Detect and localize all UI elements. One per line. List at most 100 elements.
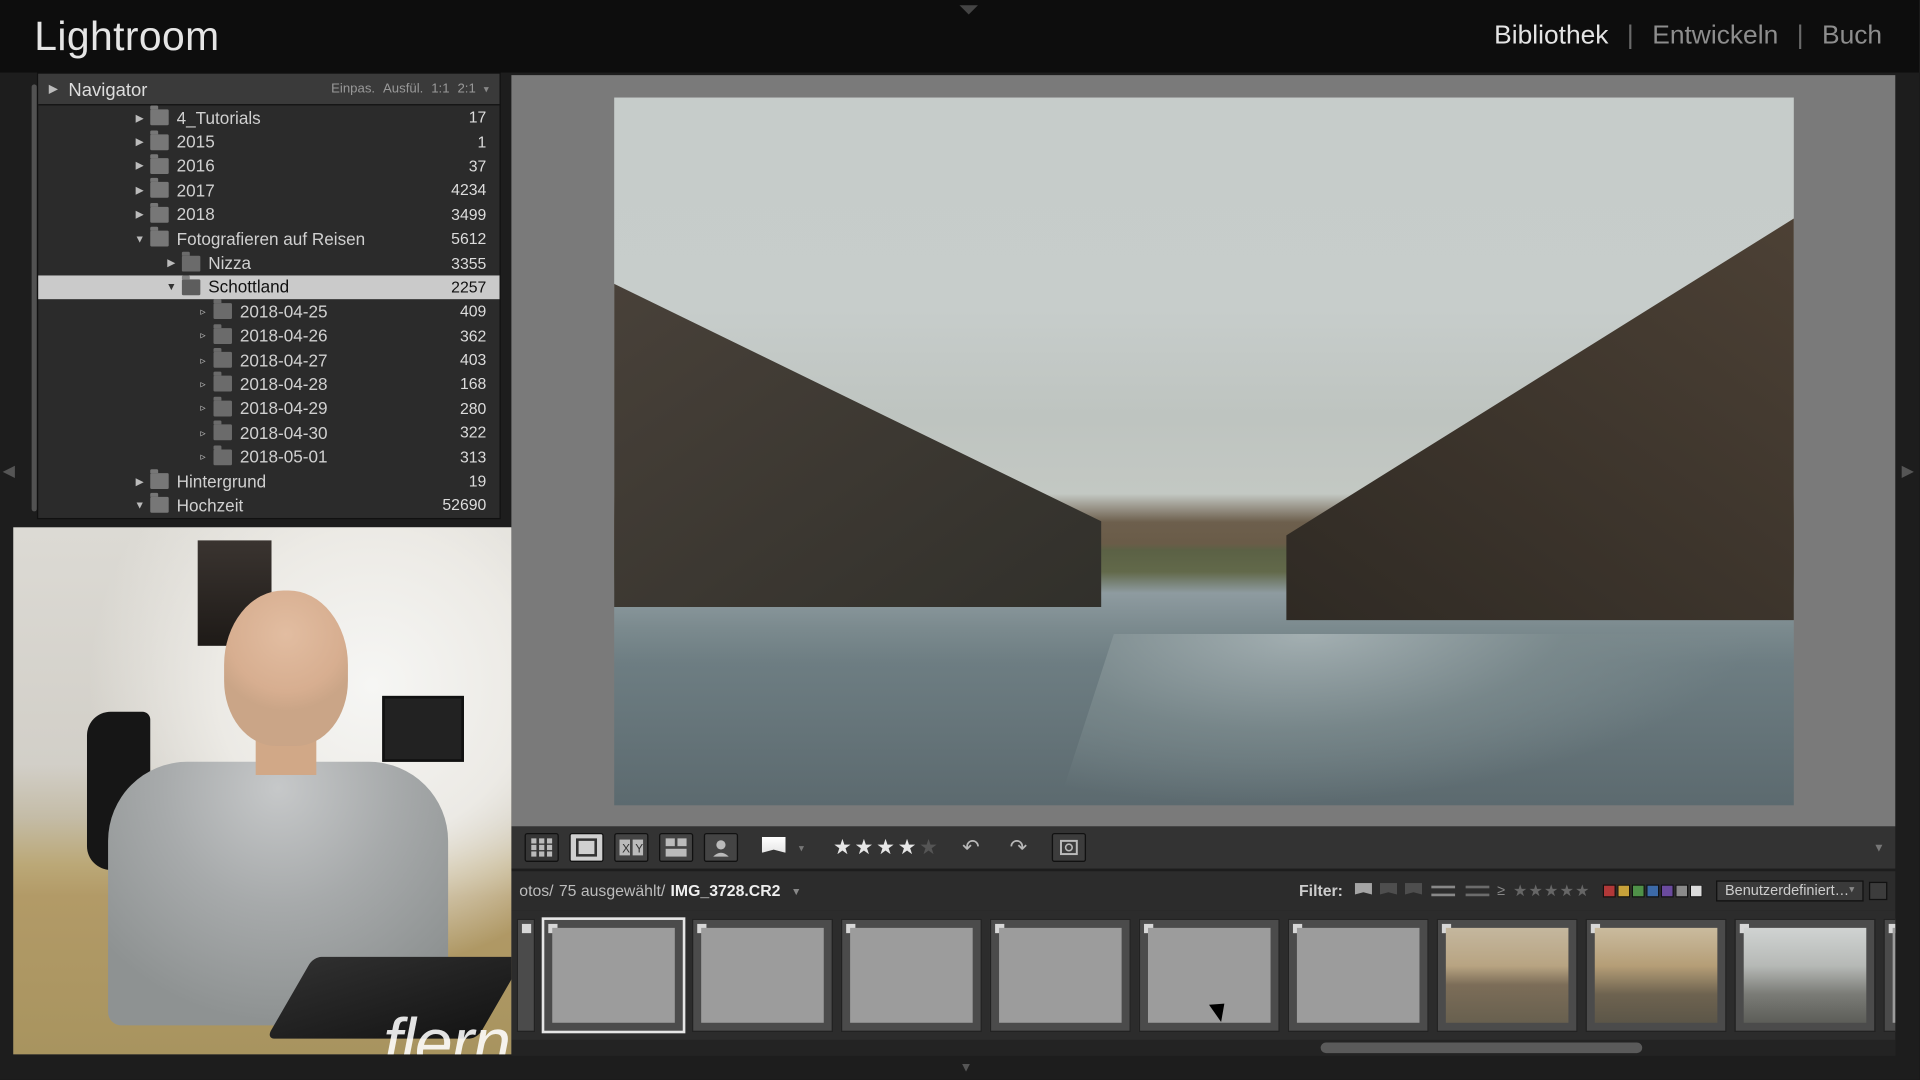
thumbnail[interactable] — [1437, 919, 1578, 1032]
color-label-chip[interactable] — [1675, 884, 1688, 897]
folder-row[interactable]: ▹2018-04-27403 — [38, 348, 499, 372]
color-label-chip[interactable] — [1602, 884, 1615, 897]
filter-flag-pick-icon[interactable] — [1355, 883, 1372, 899]
star-icon[interactable]: ★ — [898, 834, 917, 860]
folder-row[interactable]: ▼Schottland2257 — [38, 275, 499, 299]
filmstrip-scrollbar[interactable] — [511, 1040, 1895, 1056]
survey-view-button[interactable] — [659, 833, 693, 862]
folder-row[interactable]: ▶4_Tutorials17 — [38, 105, 499, 129]
rotate-cw-button[interactable]: ↷ — [1004, 834, 1033, 860]
folder-name: 2017 — [177, 180, 452, 200]
folder-arrow-icon[interactable]: ▹ — [196, 427, 209, 439]
folder-arrow-icon[interactable]: ▹ — [196, 378, 209, 390]
star-icon[interactable]: ★ — [876, 834, 895, 860]
color-label-chip[interactable] — [1689, 884, 1702, 897]
folder-arrow-icon[interactable]: ▶ — [133, 209, 146, 221]
filter-lock-icon[interactable] — [1869, 882, 1887, 900]
navigator-header[interactable]: ▶ Navigator Einpas. Ausfül. 1:1 2:1 ▾ — [38, 74, 499, 106]
folder-row[interactable]: ▶Nizza3355 — [38, 251, 499, 275]
rotate-ccw-button[interactable]: ↶ — [957, 834, 986, 860]
color-label-chip[interactable] — [1646, 884, 1659, 897]
folder-row[interactable]: ▶Hintergrund19 — [38, 469, 499, 493]
module-book[interactable]: Buch — [1822, 21, 1882, 51]
thumbnail[interactable] — [1883, 919, 1895, 1032]
folder-row[interactable]: ▹2018-05-01313 — [38, 445, 499, 469]
folder-row[interactable]: ▹2018-04-26362 — [38, 324, 499, 348]
filter-preset-dropdown[interactable]: Benutzerdefiniert…▾ — [1716, 880, 1888, 901]
folder-arrow-icon[interactable]: ▶ — [133, 112, 146, 124]
flag-dropdown-icon[interactable]: ▾ — [799, 842, 804, 854]
sync-button[interactable] — [1051, 833, 1085, 862]
folder-arrow-icon[interactable]: ▹ — [196, 354, 209, 366]
folder-arrow-icon[interactable]: ▶ — [133, 475, 146, 487]
zoom-two-to-one[interactable]: 2:1 — [457, 82, 475, 96]
folder-arrow-icon[interactable]: ▶ — [133, 184, 146, 196]
thumbnail[interactable] — [1734, 919, 1875, 1032]
folder-arrow-icon[interactable]: ▶ — [133, 136, 146, 148]
zoom-fill[interactable]: Ausfül. — [383, 82, 423, 96]
filter-flag-reject-icon[interactable] — [1405, 883, 1422, 899]
loupe-view[interactable] — [511, 75, 1895, 826]
left-panel-collapse[interactable]: ◀ — [3, 461, 15, 479]
folder-row[interactable]: ▶20174234 — [38, 178, 499, 202]
filter-flag-unflagged-icon[interactable] — [1380, 883, 1397, 899]
path-dropdown-icon[interactable]: ▼ — [791, 885, 801, 897]
thumbnail[interactable] — [990, 919, 1131, 1032]
folder-row[interactable]: ▹2018-04-30322 — [38, 421, 499, 445]
folder-arrow-icon[interactable]: ▹ — [196, 306, 209, 318]
filter-rating[interactable]: ★★★★★ — [1513, 882, 1589, 900]
folder-row[interactable]: ▶20151 — [38, 130, 499, 154]
zoom-fit[interactable]: Einpas. — [331, 82, 375, 96]
folder-arrow-icon[interactable]: ▹ — [196, 330, 209, 342]
folder-icon — [214, 425, 232, 441]
folder-row[interactable]: ▼Fotografieren auf Reisen5612 — [38, 227, 499, 251]
filter-attributes-icon[interactable] — [1466, 882, 1490, 900]
top-panel-caret[interactable] — [960, 5, 978, 14]
module-library[interactable]: Bibliothek — [1494, 21, 1608, 51]
color-label-chip[interactable] — [1660, 884, 1673, 897]
folder-row[interactable]: ▶201637 — [38, 154, 499, 178]
folder-row[interactable]: ▹2018-04-28168 — [38, 372, 499, 396]
compare-view-button[interactable]: XY — [614, 833, 648, 862]
folder-row[interactable]: ▹2018-04-29280 — [38, 396, 499, 420]
folder-row[interactable]: ▶20183499 — [38, 202, 499, 226]
scrollbar-thumb[interactable] — [1321, 1043, 1643, 1054]
folder-arrow-icon[interactable]: ▹ — [196, 402, 209, 414]
zoom-dropdown-icon[interactable]: ▾ — [484, 83, 489, 95]
folder-arrow-icon[interactable]: ▶ — [165, 257, 178, 269]
filter-color-labels — [1602, 884, 1702, 897]
color-label-chip[interactable] — [1617, 884, 1630, 897]
flag-pick[interactable] — [762, 837, 786, 858]
thumbnail[interactable] — [1586, 919, 1727, 1032]
folder-arrow-icon[interactable]: ▼ — [133, 499, 146, 511]
folder-row[interactable]: ▹2018-04-25409 — [38, 299, 499, 323]
toolbar-menu-icon[interactable]: ▼ — [1873, 841, 1885, 854]
loupe-view-button[interactable] — [569, 833, 603, 862]
filmstrip-path[interactable]: otos/ 75 ausgewählt/ IMG_3728.CR2 ▼ — [519, 882, 801, 900]
module-develop[interactable]: Entwickeln — [1652, 21, 1778, 51]
color-label-chip[interactable] — [1631, 884, 1644, 897]
star-icon[interactable]: ★ — [855, 834, 874, 860]
folder-arrow-icon[interactable]: ▶ — [133, 160, 146, 172]
grid-view-button[interactable] — [525, 833, 559, 862]
thumbnail[interactable] — [1139, 919, 1280, 1032]
folder-count: 37 — [469, 157, 487, 175]
star-icon[interactable]: ★ — [833, 834, 852, 860]
thumbnail[interactable] — [841, 919, 982, 1032]
folder-arrow-icon[interactable]: ▹ — [196, 451, 209, 463]
thumbnail[interactable] — [517, 919, 535, 1032]
folder-row[interactable]: ▼Hochzeit52690 — [38, 493, 499, 517]
folder-arrow-icon[interactable]: ▼ — [133, 233, 146, 245]
zoom-one-to-one[interactable]: 1:1 — [431, 82, 449, 96]
right-panel-collapse[interactable]: ▶ — [1902, 461, 1914, 479]
filter-rating-comparator[interactable]: ≥ — [1497, 883, 1505, 899]
rating-stars[interactable]: ★ ★ ★ ★ ★ — [833, 834, 938, 860]
thumbnail[interactable] — [543, 919, 684, 1032]
thumbnail[interactable] — [692, 919, 833, 1032]
thumbnail[interactable] — [1288, 919, 1429, 1032]
people-view-button[interactable] — [704, 833, 738, 862]
bottom-panel-caret[interactable]: ▼ — [960, 1061, 973, 1075]
star-icon[interactable]: ★ — [919, 834, 938, 860]
folder-arrow-icon[interactable]: ▼ — [165, 281, 178, 293]
filter-attributes-icon[interactable] — [1431, 882, 1455, 900]
